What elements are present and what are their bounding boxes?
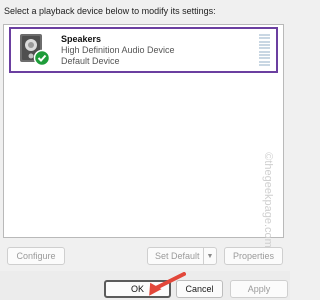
set-default-label: Set Default: [155, 251, 200, 261]
device-list[interactable]: Speakers High Definition Audio Device De…: [3, 24, 284, 248]
device-item-speakers[interactable]: Speakers High Definition Audio Device De…: [9, 27, 278, 73]
set-default-dropdown-icon[interactable]: ▼: [203, 248, 216, 264]
device-status: Default Device: [61, 56, 120, 66]
watermark: ©thegeekpage.com: [257, 145, 279, 255]
device-description: High Definition Audio Device: [61, 45, 175, 55]
speaker-icon: [20, 34, 51, 67]
watermark-text: ©thegeekpage.com: [262, 152, 274, 248]
instruction-label: Select a playback device below to modify…: [4, 6, 216, 16]
annotation-arrow-icon: [149, 272, 186, 296]
configure-button[interactable]: Configure: [7, 247, 65, 265]
default-check-icon: [33, 49, 51, 67]
set-default-button[interactable]: Set Default ▼: [147, 247, 217, 265]
properties-button[interactable]: Properties: [224, 247, 283, 265]
apply-button[interactable]: Apply: [230, 280, 288, 298]
volume-level-meter: [259, 34, 270, 66]
device-name: Speakers: [61, 34, 102, 44]
